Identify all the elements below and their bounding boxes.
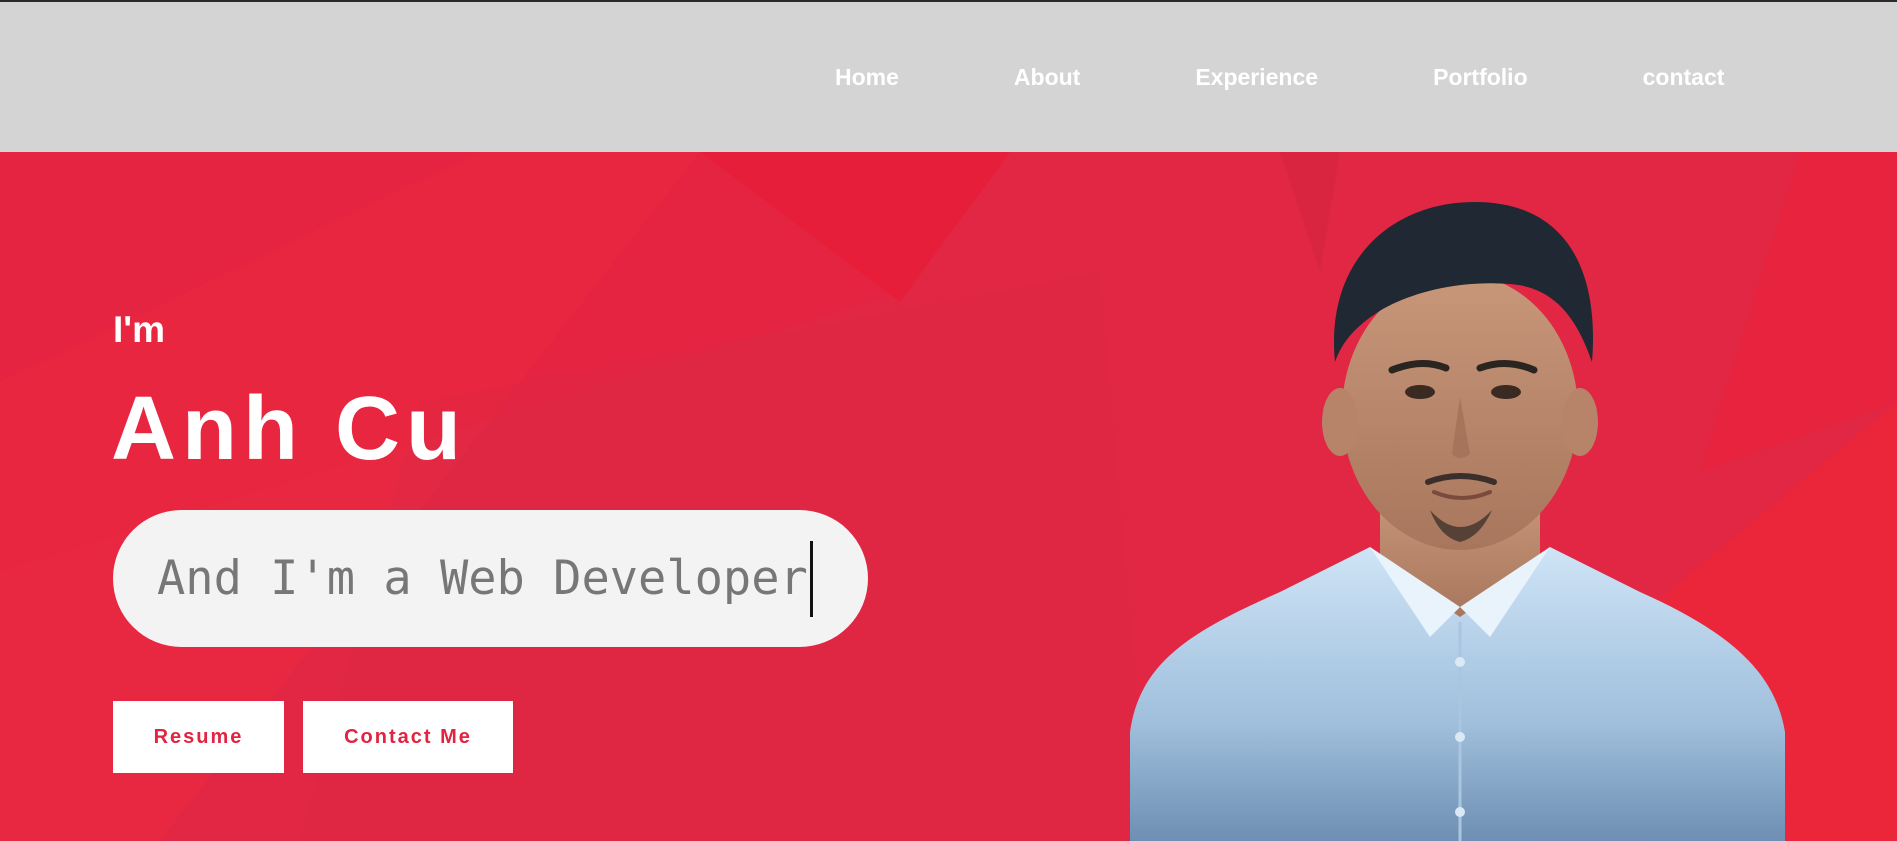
typing-text: And I'm a Web Developer <box>157 551 808 606</box>
hero-name: Anh Cu <box>111 379 467 479</box>
nav-item-portfolio: Portfolio <box>1433 64 1528 91</box>
profile-photo <box>1130 202 1785 841</box>
nav-link-contact[interactable]: contact <box>1643 64 1725 91</box>
resume-button[interactable]: Resume <box>113 701 284 773</box>
hero-section: I'm Anh Cu And I'm a Web Developer Resum… <box>0 152 1897 841</box>
nav-item-contact: contact <box>1643 64 1725 91</box>
nav-item-experience: Experience <box>1195 64 1318 91</box>
contact-me-button[interactable]: Contact Me <box>303 701 513 773</box>
page: Home About Experience Portfolio contact <box>0 0 1897 841</box>
text-cursor <box>809 540 813 617</box>
nav-link-experience[interactable]: Experience <box>1195 64 1318 91</box>
typing-banner: And I'm a Web Developer <box>113 510 868 647</box>
nav-link-home[interactable]: Home <box>835 64 899 91</box>
intro-text: I'm <box>113 309 165 350</box>
nav-item-about: About <box>1014 64 1080 91</box>
nav-link-portfolio[interactable]: Portfolio <box>1433 64 1528 91</box>
nav-link-about[interactable]: About <box>1014 64 1080 91</box>
nav-menu: Home About Experience Portfolio contact <box>835 64 1724 91</box>
top-navbar: Home About Experience Portfolio contact <box>0 0 1897 152</box>
nav-item-home: Home <box>835 64 899 91</box>
